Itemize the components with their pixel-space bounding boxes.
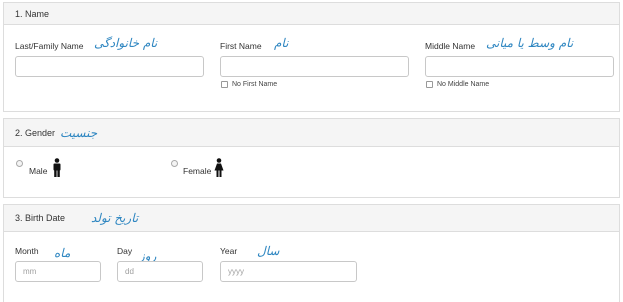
- last-name-persian-label: نام خانوادگی: [94, 36, 158, 50]
- male-person-icon: [53, 158, 61, 177]
- birth-section-body: Month ماه Day روز Year سال: [3, 232, 620, 302]
- name-section-title: 1. Name: [15, 8, 50, 19]
- birth-section-persian-title: تاریخ تولد: [91, 211, 139, 225]
- first-name-persian-label: نام: [274, 36, 289, 50]
- month-label: Month: [15, 246, 39, 256]
- no-middle-name-checkbox[interactable]: [426, 81, 433, 88]
- middle-name-label: Middle Name: [425, 41, 476, 51]
- first-name-label: First Name: [220, 41, 262, 51]
- day-input[interactable]: [117, 261, 203, 282]
- no-first-name-checkbox[interactable]: [221, 81, 228, 88]
- gender-section-body: Male Female: [3, 147, 620, 198]
- middle-name-input[interactable]: [425, 56, 614, 77]
- year-input[interactable]: [220, 261, 357, 282]
- name-section-header: 1. Name: [3, 2, 620, 25]
- female-radio[interactable]: [171, 160, 178, 167]
- gender-section-title: 2. Gender: [15, 127, 56, 138]
- birth-section-header: 3. Birth Date تاریخ تولد: [3, 204, 620, 232]
- male-radio[interactable]: [16, 160, 23, 167]
- gender-section-persian-title: جنسیت: [60, 126, 98, 140]
- year-label: Year: [220, 246, 238, 256]
- name-section-body: Last/Family Name نام خانوادگی First Name…: [3, 25, 620, 112]
- gender-section-header: 2. Gender جنسیت: [3, 118, 620, 147]
- male-label: Male: [29, 166, 48, 176]
- last-name-label: Last/Family Name: [15, 41, 84, 51]
- middle-name-persian-label: نام وسط یا میانی: [486, 36, 574, 50]
- female-person-icon: [214, 158, 224, 177]
- year-persian-label: سال: [257, 244, 280, 258]
- first-name-input[interactable]: [220, 56, 409, 77]
- month-input[interactable]: [15, 261, 101, 282]
- day-label: Day: [117, 246, 133, 256]
- no-middle-name-label: No Middle Name: [437, 81, 490, 88]
- month-persian-label: ماه: [54, 246, 71, 260]
- female-label: Female: [183, 166, 212, 176]
- no-first-name-label: No First Name: [232, 81, 278, 88]
- last-name-input[interactable]: [15, 56, 204, 77]
- birth-section-title: 3. Birth Date: [15, 213, 66, 223]
